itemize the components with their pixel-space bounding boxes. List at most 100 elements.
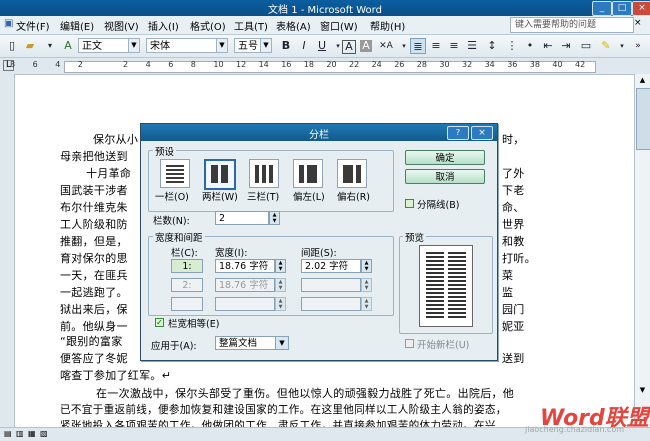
preset-left[interactable]	[293, 159, 323, 188]
print-view-icon[interactable]: ▦	[28, 429, 36, 438]
char-scale-icon[interactable]: ✕A	[378, 38, 394, 54]
toolbar-overflow-icon[interactable]: »	[630, 38, 646, 54]
chevron-down-icon[interactable]: ▼	[260, 39, 271, 52]
document-fragment: 园门	[502, 303, 525, 316]
menu-window[interactable]: 窗口(W)	[320, 18, 358, 33]
equal-width-checkbox[interactable]: ✓	[155, 318, 164, 327]
web-view-icon[interactable]: ▥	[16, 429, 24, 438]
preview-line	[426, 272, 444, 274]
italic-button[interactable]: I	[296, 38, 312, 54]
preset-one-column[interactable]	[160, 159, 190, 188]
highlight-icon[interactable]: ✎	[598, 38, 614, 54]
ruler-number: 8	[10, 60, 16, 69]
cancel-button[interactable]: 取消	[405, 169, 485, 184]
document-fragment: 送到	[502, 352, 525, 365]
help-icon[interactable]: ?	[447, 126, 469, 140]
numbering-icon[interactable]: ⋮	[504, 38, 520, 54]
ruler-number: 6	[168, 60, 174, 69]
menu-tools[interactable]: 工具(T)	[234, 18, 268, 33]
chevron-down-icon[interactable]: ▼	[216, 39, 227, 52]
width-stepper[interactable]: ▲ ▼	[275, 259, 286, 273]
width-input[interactable]: 18.76 字符	[215, 259, 275, 273]
dialog-title-bar[interactable]: 分栏 ? ×	[141, 124, 497, 141]
document-line: 保尔从小	[93, 133, 139, 146]
increase-indent-icon[interactable]: ⇥	[558, 38, 574, 54]
preview-line	[448, 308, 466, 310]
style-pane-icon[interactable]: A	[60, 38, 76, 54]
menu-file[interactable]: 文件(F)	[16, 18, 50, 33]
ruler-number: 38	[529, 60, 540, 69]
char-border-button[interactable]: A	[342, 40, 356, 54]
outline-view-icon[interactable]: ▧	[40, 429, 48, 438]
horizontal-ruler[interactable]: L 8 6 4 2 2 4 6 8 10 12 14 16 18 20 22 24 26 28 30 32 34 36 38…	[0, 58, 650, 75]
ruler-number: 2	[77, 60, 83, 69]
scroll-thumb[interactable]	[636, 88, 650, 150]
document-line: 国武装干涉者	[60, 184, 128, 197]
menu-insert[interactable]: 插入(I)	[148, 18, 179, 33]
menu-view[interactable]: 视图(V)	[104, 18, 139, 33]
ruler-number: 26	[394, 60, 405, 69]
new-document-icon[interactable]: ▯	[4, 38, 20, 54]
highlight-options-icon[interactable]: ▾	[614, 38, 630, 54]
align-justify-icon[interactable]: ≣	[410, 38, 426, 54]
columns-count-input[interactable]: 2	[215, 211, 269, 225]
decrease-indent-icon[interactable]: ⇤	[540, 38, 556, 54]
align-right-icon[interactable]: ≡	[446, 38, 462, 54]
menu-edit[interactable]: 编辑(E)	[60, 18, 94, 33]
ruler-number: 10	[213, 60, 224, 69]
document-line: 便答应了冬妮	[60, 352, 128, 365]
preset-right[interactable]	[337, 159, 367, 188]
font-size-combo[interactable]: 五号 ▼	[234, 38, 272, 53]
column-number: 1:	[171, 259, 203, 273]
menu-table[interactable]: 表格(A)	[276, 18, 311, 33]
ok-button[interactable]: 确定	[405, 150, 485, 165]
watermark-url: jiaocheng.chazidian.com	[525, 425, 625, 434]
chevron-down-icon[interactable]: ▼	[128, 39, 139, 52]
char-shading-button[interactable]: A	[360, 40, 372, 52]
scroll-down-icon[interactable]: ▼	[636, 384, 649, 397]
divider-checkbox[interactable]	[405, 199, 414, 208]
bold-button[interactable]: B	[278, 38, 294, 54]
apply-to-select[interactable]: 整篇文档 ▼	[215, 336, 289, 350]
help-search-input[interactable]: 键入需要帮助的问题	[510, 17, 634, 33]
columns-count-stepper[interactable]: ▲ ▼	[269, 211, 280, 225]
spacing-input[interactable]: 2.02 字符	[301, 259, 361, 273]
document-fragment: 打听。	[502, 252, 536, 265]
bullets-icon[interactable]: •	[522, 38, 538, 54]
ruler-number: 18	[303, 60, 314, 69]
underline-button[interactable]: U	[314, 38, 330, 54]
width-input	[215, 297, 275, 311]
chevron-down-icon[interactable]: ▼	[275, 337, 288, 349]
ruler-number: 2	[123, 60, 129, 69]
font-size-value: 五号	[238, 41, 258, 52]
preset-two-columns[interactable]	[204, 159, 236, 190]
borders-icon[interactable]: ▭	[578, 38, 594, 54]
normal-view-icon[interactable]: ▤	[4, 429, 12, 438]
preview-line	[426, 308, 444, 310]
distributed-align-icon[interactable]: ☰	[464, 38, 480, 54]
close-button[interactable]: ×	[632, 1, 650, 16]
close-icon[interactable]: ×	[471, 126, 493, 140]
menu-help[interactable]: 帮助(H)	[370, 18, 405, 33]
align-center-icon[interactable]: ≡	[428, 38, 444, 54]
spacing-stepper[interactable]: ▲ ▼	[361, 259, 372, 273]
menu-format[interactable]: 格式(O)	[190, 18, 226, 33]
open-folder-icon[interactable]: ▰	[22, 38, 38, 54]
preset-three-columns[interactable]	[249, 159, 279, 188]
scroll-up-icon[interactable]: ▲	[636, 74, 649, 87]
font-value: 宋体	[150, 41, 170, 52]
font-combo[interactable]: 宋体 ▼	[146, 38, 228, 53]
maximize-button[interactable]: □	[612, 1, 632, 16]
preview-line	[426, 276, 444, 278]
ruler-number: 14	[258, 60, 269, 69]
preview-line	[426, 292, 444, 294]
document-fragment: 监	[502, 286, 514, 299]
vertical-scrollbar[interactable]: ▲ ▼	[634, 74, 650, 427]
toolbar-options-icon[interactable]: ▾	[42, 38, 58, 54]
ruler-number: 28	[416, 60, 427, 69]
style-combo[interactable]: 正文 ▼	[78, 38, 140, 53]
minimize-button[interactable]: _	[592, 1, 612, 16]
dialog-title: 分栏	[309, 130, 329, 141]
line-spacing-icon[interactable]: ↕	[484, 38, 500, 54]
doc-close-icon[interactable]: ×	[634, 18, 642, 28]
